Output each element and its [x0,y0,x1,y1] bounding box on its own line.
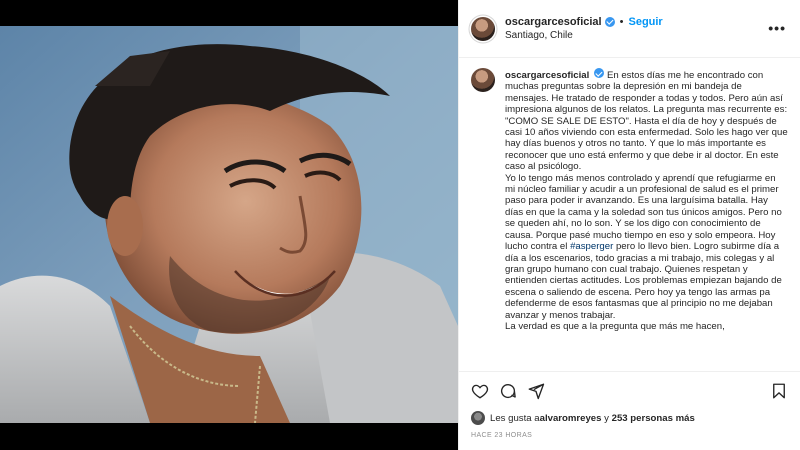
caption-author-avatar[interactable] [471,68,495,92]
caption-author-username[interactable]: oscargarcesoficial [505,70,589,81]
caption-text-3b: pero lo llevo bien. Logro subirme día a … [505,241,782,321]
caption-paragraph-4: La verdad es que a la pregunta que más m… [505,320,725,332]
separator-dot: • [619,15,624,28]
post-photo[interactable] [0,26,458,423]
heart-icon[interactable] [471,382,489,400]
post-timestamp[interactable]: HACE 23 HORAS [471,432,532,439]
likes-count[interactable]: 253 personas más [612,413,695,424]
more-options-icon[interactable]: ••• [768,20,786,36]
caption-paragraph-2: "COMO SE SALE DE ESTO". Hasta el día de … [505,115,788,173]
post-header: oscargarcesoficial • Seguir Santiago, Ch… [459,0,800,58]
post-actions: Les gusta a alvaromreyes y 253 personas … [459,371,800,450]
post-location[interactable]: Santiago, Chile [505,29,663,43]
likes-prefix: Les gusta a [490,412,540,424]
caption-body: oscargarcesoficial En estos días me he e… [505,68,788,332]
caption-paragraph-3: Yo lo tengo más menos controlado y apren… [505,173,788,321]
author-row: oscargarcesoficial • Seguir [505,15,663,29]
post-media-pane [0,0,458,450]
comment-icon[interactable] [499,382,517,400]
photo-illustration [0,26,458,423]
bookmark-icon[interactable] [770,382,788,400]
action-icons-row [471,382,788,402]
liker-username[interactable]: alvaromreyes [540,413,602,424]
author-info: oscargarcesoficial • Seguir Santiago, Ch… [505,15,663,43]
hashtag-link[interactable]: #asperger [570,241,613,252]
caption-paragraph-1: oscargarcesoficial En estos días me he e… [505,68,788,116]
liker-avatar[interactable] [471,411,485,425]
verified-badge-icon [604,16,615,27]
share-icon[interactable] [527,382,545,400]
verified-badge-icon [594,68,605,78]
likes-middle: y [601,412,612,424]
caption-comment: oscargarcesoficial En estos días me he e… [471,68,788,332]
likes-summary: Les gusta a alvaromreyes y 253 personas … [471,411,695,425]
post-side-panel: oscargarcesoficial • Seguir Santiago, Ch… [458,0,800,450]
author-username[interactable]: oscargarcesoficial [505,15,602,29]
follow-button[interactable]: Seguir [628,15,662,29]
author-avatar[interactable] [471,16,495,41]
caption-area: oscargarcesoficial En estos días me he e… [459,58,800,371]
